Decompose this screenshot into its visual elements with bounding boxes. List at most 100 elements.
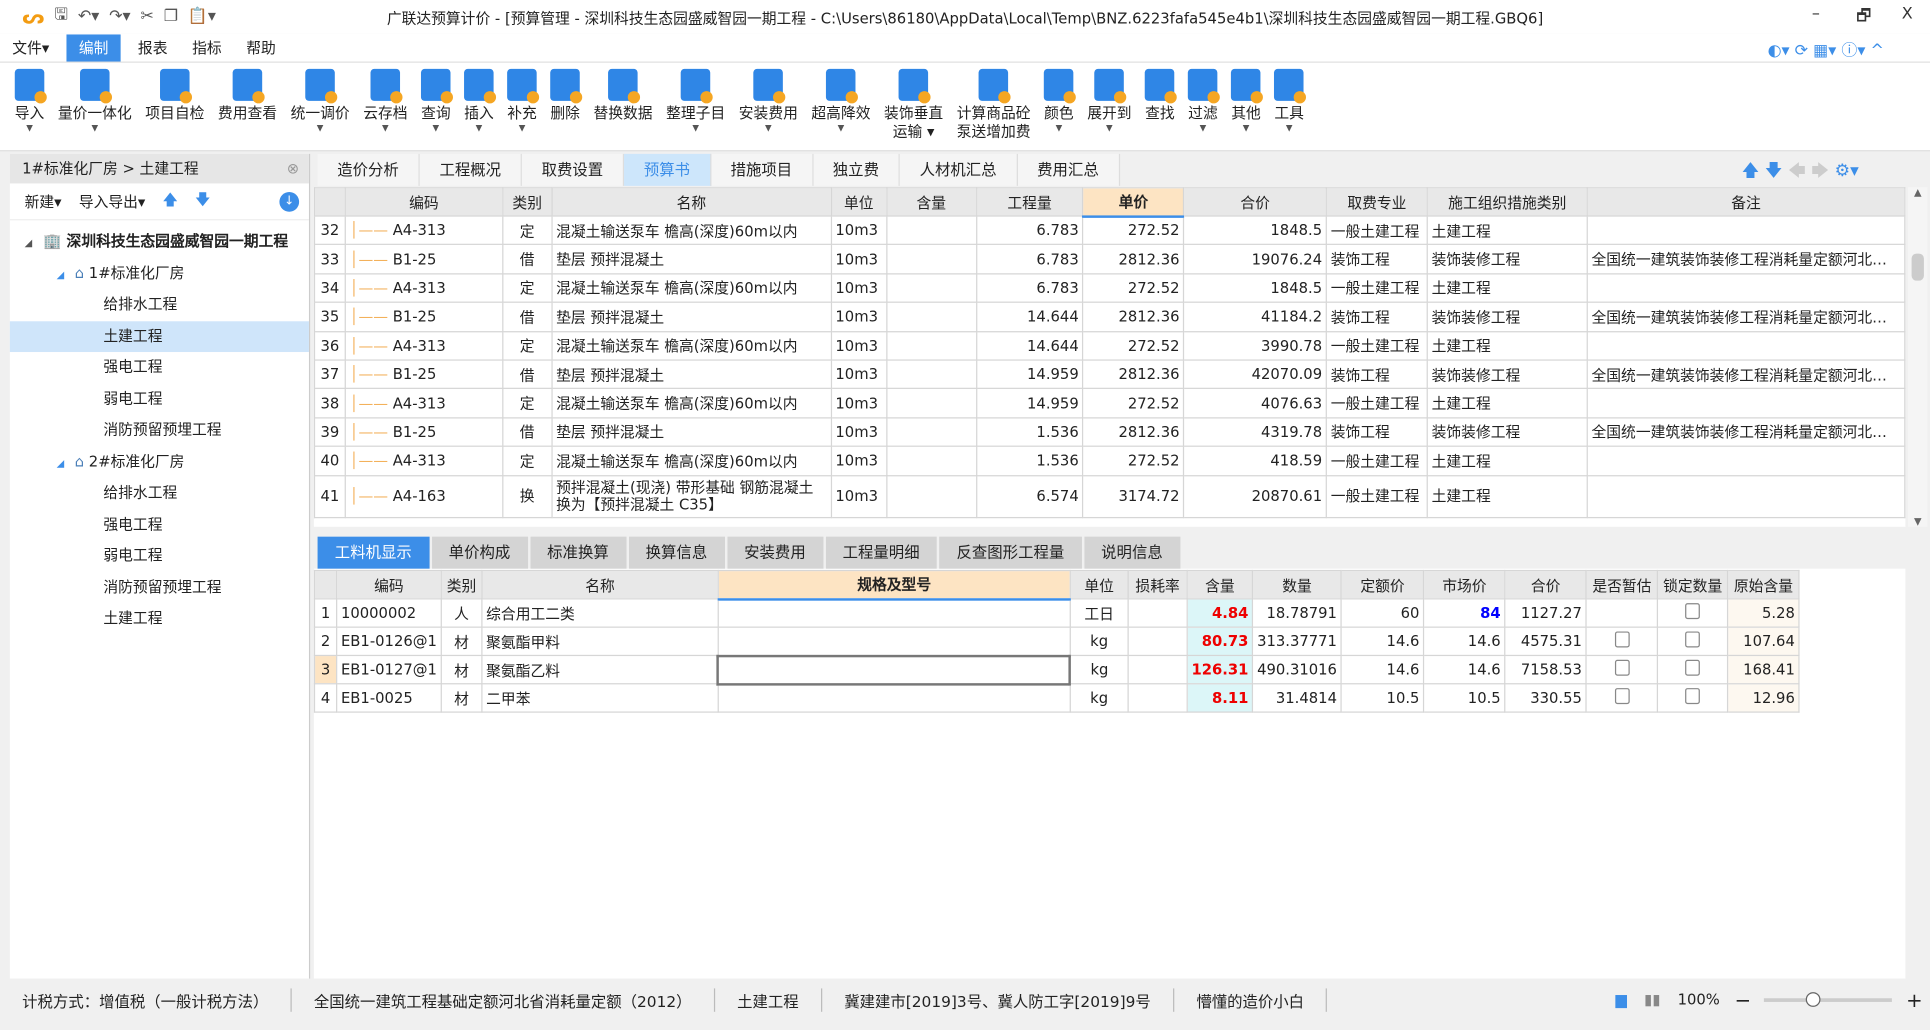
market_price-cell[interactable]: 10.5	[1423, 683, 1506, 713]
checkbox[interactable]	[1685, 688, 1701, 705]
tree-item[interactable]: 消防预留预埋工程	[10, 572, 309, 603]
column-header[interactable]: 锁定数量	[1657, 569, 1729, 600]
tab-5[interactable]: 独立费	[813, 153, 900, 186]
cell[interactable]: 全国统一建筑装饰装修工程消耗量定额河北…	[1586, 416, 1906, 447]
menu-1[interactable]: 编制	[66, 33, 121, 61]
checkbox[interactable]	[1685, 603, 1701, 620]
ribbon-button-6[interactable]: 查询 ▼	[421, 63, 454, 133]
cell[interactable]	[1586, 388, 1906, 419]
column-header[interactable]: 含量	[885, 187, 977, 217]
tree-item[interactable]: 弱电工程	[10, 540, 309, 571]
column-header[interactable]: 施工组织措施类别	[1426, 187, 1588, 217]
tree-item[interactable]: 消防预留预埋工程	[10, 415, 309, 446]
cell[interactable]: 10m3	[830, 474, 888, 518]
type-cell[interactable]: 人	[440, 598, 483, 628]
menu-2[interactable]: 报表	[126, 34, 180, 61]
move-down-icon[interactable]: 🡇	[195, 188, 210, 214]
cell[interactable]: 35	[313, 301, 346, 332]
cell[interactable]	[1586, 215, 1906, 246]
column-header[interactable]: 名称	[481, 569, 719, 600]
quota_price-cell[interactable]: 14.6	[1340, 654, 1425, 685]
cell[interactable]: 混凝土输送泵车 檐高(深度)60m以内	[551, 215, 832, 246]
cell[interactable]	[885, 388, 977, 419]
provisional-cell[interactable]	[1585, 626, 1659, 657]
cell[interactable]: 14.644	[975, 301, 1084, 332]
cell[interactable]: 10m3	[830, 272, 888, 304]
tree-item[interactable]: 给排水工程	[10, 478, 309, 509]
unit-cell[interactable]: kg	[1069, 654, 1129, 685]
cell[interactable]: │—— A4-313	[344, 445, 504, 476]
cell[interactable]: │—— A4-313	[344, 215, 504, 246]
column-header[interactable]: 合价	[1504, 569, 1587, 600]
cell[interactable]: │—— B1-25	[344, 301, 504, 332]
column-header[interactable]: 损耗率	[1127, 569, 1188, 600]
table-row[interactable]: 3 EB1-0127@1 材聚氨酯乙料 kg 126.31 490.31016 14.6 14…	[313, 654, 1800, 685]
cell[interactable]: 定	[501, 330, 553, 361]
tab-1[interactable]: 工程概况	[419, 153, 522, 186]
cell[interactable]: 272.52	[1082, 272, 1185, 304]
table-row[interactable]: 40 │—— A4-313 定混凝土输送泵车 檐高(深度)60m以内 10m3 1.53…	[313, 445, 1906, 476]
cell[interactable]: 4319.78	[1183, 416, 1328, 447]
code-cell[interactable]: 10000002	[336, 598, 442, 628]
cell[interactable]: 借	[501, 301, 553, 332]
cell[interactable]: 全国统一建筑装饰装修工程消耗量定额河北…	[1586, 301, 1906, 332]
cell[interactable]: 一般土建工程	[1325, 474, 1428, 518]
cell[interactable]: 借	[501, 359, 553, 390]
cell[interactable]: 38	[313, 388, 346, 419]
cell[interactable]: 装饰装修工程	[1426, 359, 1588, 390]
cell[interactable]: 10m3	[830, 244, 888, 275]
unit-cell[interactable]: kg	[1069, 683, 1129, 713]
tree-item[interactable]: 强电工程	[10, 509, 309, 540]
column-header[interactable]: 编码	[344, 187, 504, 217]
move-up-icon[interactable]: 🡅	[163, 188, 178, 214]
column-header[interactable]: 类别	[440, 569, 483, 600]
ribbon-button-12[interactable]: 安装费用 ▼	[739, 63, 798, 133]
cell[interactable]: 14.959	[975, 388, 1084, 419]
cell[interactable]: 全国统一建筑装饰装修工程消耗量定额河北…	[1586, 244, 1906, 275]
cell[interactable]: 土建工程	[1426, 474, 1588, 518]
cell[interactable]	[885, 215, 977, 246]
total-cell[interactable]: 1127.27	[1504, 598, 1587, 628]
total-cell[interactable]: 7158.53	[1504, 654, 1587, 685]
column-header[interactable]	[313, 187, 346, 217]
cell[interactable]	[885, 416, 977, 447]
column-header[interactable]: 定额价	[1340, 569, 1425, 600]
tab-6[interactable]: 人材机汇总	[899, 153, 1018, 186]
orig-cell[interactable]: 107.64	[1727, 626, 1800, 657]
cell[interactable]: 土建工程	[1426, 330, 1588, 361]
column-header[interactable]: 原始含量	[1727, 569, 1800, 600]
table-row[interactable]: 41 │—— A4-163 换预拌混凝土(现浇) 带形基础 钢筋混凝土 换为【预拌混…	[313, 474, 1906, 518]
quota_price-cell[interactable]: 10.5	[1340, 683, 1425, 713]
type-cell[interactable]: 材	[440, 654, 483, 685]
column-header[interactable]: 编码	[336, 569, 442, 600]
cell[interactable]: 2812.36	[1082, 244, 1185, 275]
tab-3[interactable]: 预算书	[624, 153, 711, 186]
cell[interactable]: 36	[313, 330, 346, 361]
cell[interactable]: 418.59	[1183, 445, 1328, 476]
ribbon-button-9[interactable]: 删除	[550, 63, 583, 123]
qty-cell[interactable]: 31.4814	[1252, 683, 1342, 713]
cell[interactable]: 272.52	[1082, 330, 1185, 361]
name-cell[interactable]: 聚氨酯甲料	[481, 626, 719, 657]
cell[interactable]	[885, 244, 977, 275]
cell[interactable]: 41184.2	[1183, 301, 1328, 332]
cell[interactable]: 预拌混凝土(现浇) 带形基础 钢筋混凝土 换为【预拌混凝土 C35】	[551, 474, 832, 518]
loss-cell[interactable]	[1127, 683, 1188, 713]
import-export-button[interactable]: 导入导出▾	[79, 191, 146, 212]
loss-cell[interactable]	[1127, 626, 1188, 657]
ribbon-button-14[interactable]: 装饰垂直 运输 ▾	[884, 63, 943, 142]
cell[interactable]: 装饰工程	[1325, 301, 1428, 332]
type-cell[interactable]: 材	[440, 626, 483, 657]
table-row[interactable]: 38 │—— A4-313 定混凝土输送泵车 檐高(深度)60m以内 10m3 14.9…	[313, 388, 1906, 419]
market_price-cell[interactable]: 14.6	[1423, 654, 1506, 685]
column-header[interactable]: 数量	[1252, 569, 1342, 600]
ribbon-button-16[interactable]: 颜色 ▼	[1044, 63, 1077, 133]
detail-tab-5[interactable]: 工程量明细	[825, 536, 937, 569]
cell[interactable]: 6.783	[975, 215, 1084, 246]
cell[interactable]: 10m3	[830, 416, 888, 447]
provisional-cell[interactable]	[1585, 683, 1659, 713]
qty_per-cell[interactable]: 126.31	[1186, 654, 1254, 685]
close-button[interactable]: X	[1902, 5, 1913, 23]
minimize-button[interactable]: –	[1812, 5, 1820, 23]
total-cell[interactable]: 4575.31	[1504, 626, 1587, 657]
